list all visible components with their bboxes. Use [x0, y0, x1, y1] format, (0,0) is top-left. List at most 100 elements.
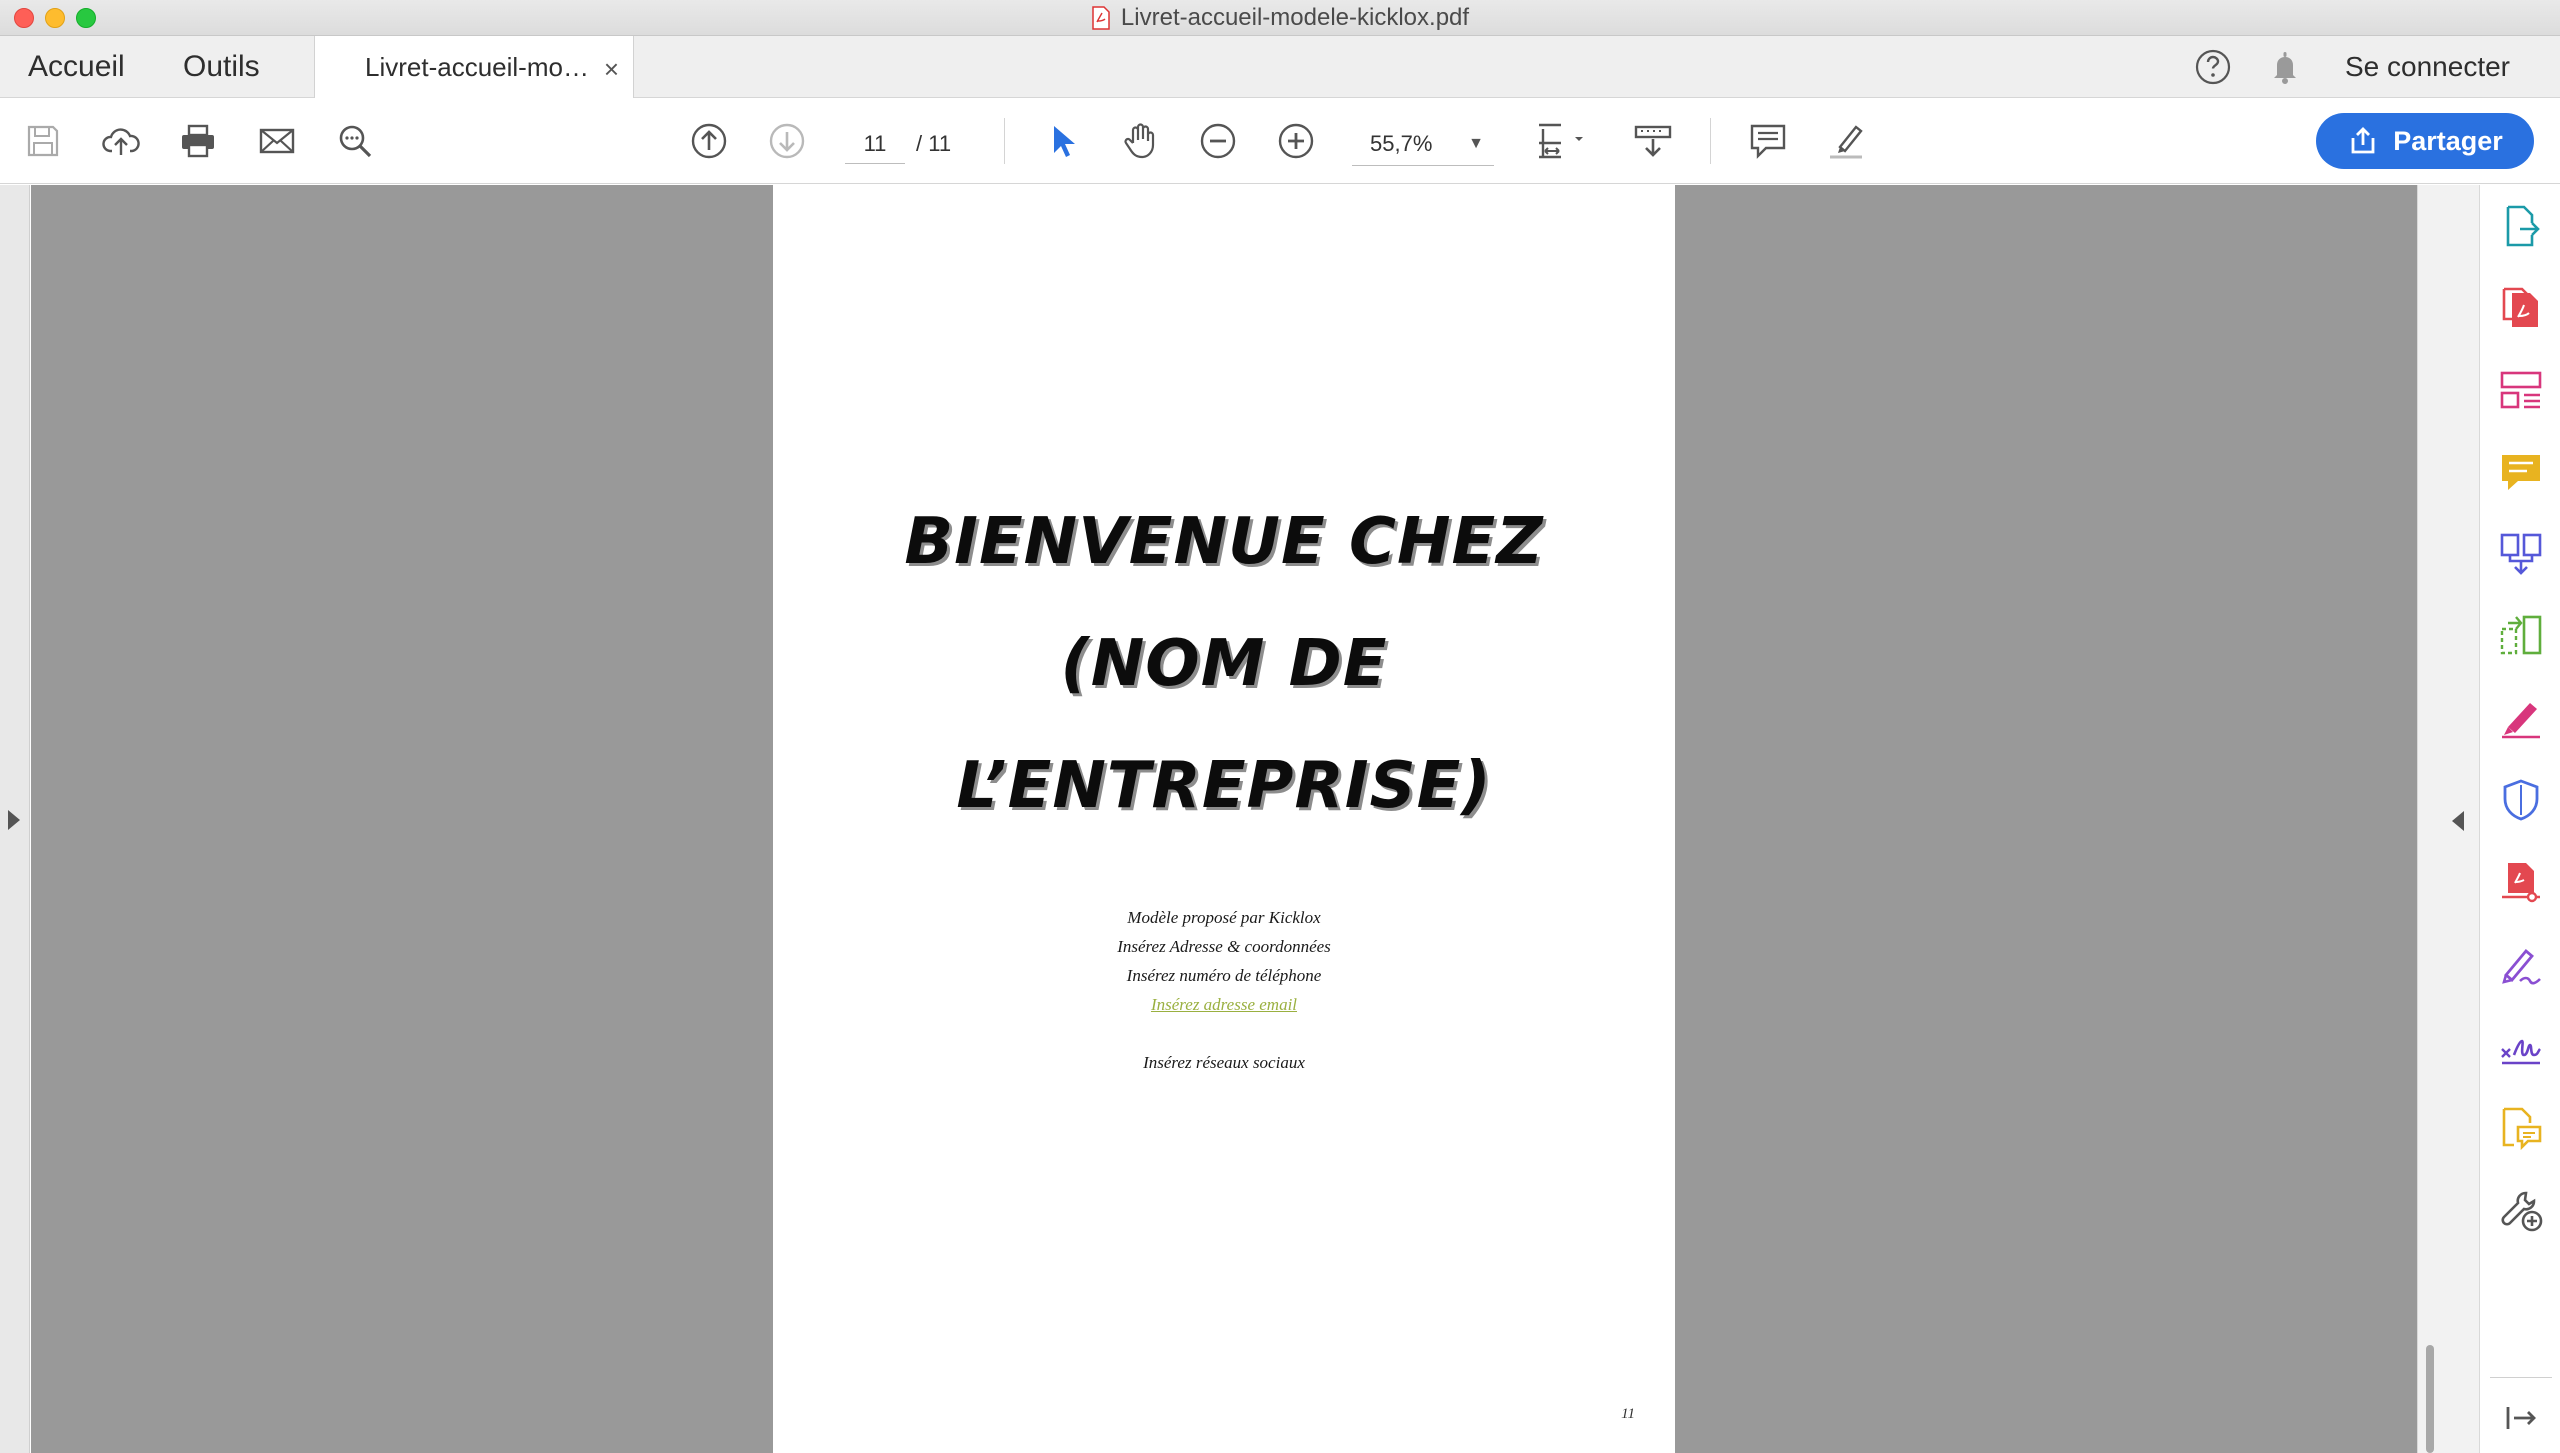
print-button[interactable] — [175, 118, 221, 164]
vertical-scrollbar[interactable] — [2417, 185, 2479, 1453]
left-panel-toggle[interactable] — [0, 185, 30, 1453]
header-right: Se connecter — [2193, 36, 2560, 98]
tab-document-label: Livret-accueil-mo… — [365, 51, 589, 82]
collapse-right-panel-icon[interactable] — [2452, 811, 2464, 831]
share-button[interactable]: Partager — [2316, 113, 2534, 169]
rail-sign[interactable] — [2498, 941, 2544, 987]
zoom-in-icon — [1278, 123, 1314, 159]
comment-button[interactable] — [1745, 118, 1791, 164]
select-tool-button[interactable] — [1039, 118, 1085, 164]
rail-export-pdf[interactable] — [2498, 203, 2544, 249]
send-for-review-icon — [2502, 1107, 2542, 1151]
tab-document[interactable]: Livret-accueil-mo… × — [314, 36, 634, 98]
tools-rail — [2479, 185, 2560, 1453]
collapse-rail-icon — [2506, 1407, 2536, 1429]
upload-cloud-button[interactable] — [98, 118, 144, 164]
zoom-out-button[interactable] — [1195, 118, 1241, 164]
tab-close-button[interactable]: × — [604, 54, 619, 85]
rail-send-review[interactable] — [2498, 1105, 2544, 1151]
mail-icon — [259, 128, 295, 154]
rail-request-signature[interactable] — [2498, 1023, 2544, 1069]
toolbar-divider — [1710, 118, 1711, 164]
email-button[interactable] — [254, 118, 300, 164]
zoom-out-icon — [1200, 123, 1236, 159]
rail-fill-sign[interactable] — [2498, 695, 2544, 741]
tab-row: Accueil Outils Livret-accueil-mo… × Se c… — [0, 36, 2560, 98]
protect-icon — [2503, 779, 2539, 821]
organize-pages-icon — [2500, 371, 2542, 409]
help-icon[interactable] — [2193, 47, 2233, 87]
signature-request-icon — [2501, 1039, 2542, 1065]
save-icon — [27, 125, 59, 157]
sign-icon — [2502, 949, 2541, 985]
page-down-icon — [769, 123, 805, 159]
window-titlebar: Livret-accueil-modele-kicklox.pdf — [0, 0, 2560, 36]
current-page-input[interactable]: 11 — [845, 124, 905, 164]
create-pdf-icon — [2502, 287, 2538, 327]
page-up-icon — [691, 123, 727, 159]
print-icon — [182, 124, 214, 158]
tab-tools[interactable]: Outils — [183, 36, 260, 98]
previous-page-button[interactable] — [686, 118, 732, 164]
save-button[interactable] — [20, 118, 66, 164]
notification-bell-icon[interactable] — [2265, 47, 2305, 87]
info-line: Modèle proposé par Kicklox — [1127, 908, 1321, 927]
info-line: Insérez numéro de téléphone — [1126, 966, 1322, 985]
email-link[interactable]: Insérez adresse email — [773, 990, 1675, 1019]
info-line: Insérez réseaux sociaux — [1143, 1053, 1305, 1072]
main-toolbar: 11 / 11 55,7% ▼ Partager — [0, 98, 2560, 184]
pdf-page: BIENVENUE CHEZ (NOM DE L’ENTREPRISE) Mod… — [773, 185, 1675, 1453]
zoom-in-button[interactable] — [1273, 118, 1319, 164]
rail-more-tools[interactable] — [2498, 1187, 2544, 1233]
rail-compress[interactable] — [2498, 859, 2544, 905]
main-area: BIENVENUE CHEZ (NOM DE L’ENTREPRISE) Mod… — [0, 185, 2560, 1453]
signin-link[interactable]: Se connecter — [2345, 51, 2510, 83]
window-title-wrap: Livret-accueil-modele-kicklox.pdf — [0, 0, 2560, 36]
page-number: 11 — [1621, 1406, 1635, 1422]
document-headline: BIENVENUE CHEZ (NOM DE L’ENTREPRISE) — [773, 481, 1675, 847]
headline-line: (NOM DE — [1060, 627, 1388, 701]
hand-tool-button[interactable] — [1117, 118, 1163, 164]
highlight-button[interactable] — [1823, 118, 1869, 164]
expand-left-icon — [8, 810, 20, 830]
hand-icon — [1124, 123, 1155, 159]
rail-organize-pages[interactable] — [2498, 367, 2544, 413]
page-fit-button[interactable] — [1532, 118, 1594, 164]
window-title: Livret-accueil-modele-kicklox.pdf — [1120, 4, 1470, 31]
zoom-search-icon — [339, 125, 372, 158]
contact-info: Modèle proposé par Kicklox Insérez Adres… — [773, 903, 1675, 1077]
more-tools-icon — [2501, 1191, 2543, 1232]
tab-home[interactable]: Accueil — [28, 36, 125, 98]
comment-icon — [1750, 124, 1786, 159]
info-line: Insérez Adresse & coordonnées — [1117, 937, 1331, 956]
edit-pdf-icon — [2500, 615, 2542, 655]
rail-protect[interactable] — [2498, 777, 2544, 823]
highlight-pen-icon — [1830, 125, 1863, 159]
document-canvas[interactable]: BIENVENUE CHEZ (NOM DE L’ENTREPRISE) Mod… — [31, 185, 2417, 1453]
search-button[interactable] — [332, 118, 378, 164]
rail-create-pdf[interactable] — [2498, 285, 2544, 331]
next-page-button[interactable] — [764, 118, 810, 164]
cloud-upload-icon — [102, 128, 140, 155]
pdf-file-icon — [1092, 6, 1110, 30]
page-total: / 11 — [916, 131, 952, 156]
page-fit-icon — [1539, 123, 1583, 159]
rail-comment[interactable] — [2498, 449, 2544, 495]
scrollbar-thumb[interactable] — [2426, 1345, 2434, 1453]
share-button-label: Partager — [2393, 125, 2503, 156]
rail-edit-pdf[interactable] — [2498, 613, 2544, 659]
select-cursor-icon — [1054, 126, 1075, 157]
share-icon — [2351, 127, 2375, 154]
zoom-level-value: 55,7% — [1370, 131, 1433, 156]
rail-collapse-button[interactable] — [2498, 1395, 2544, 1441]
toolbar-divider — [1004, 118, 1005, 164]
headline-line: L’ENTREPRISE) — [956, 749, 1492, 823]
comment-tool-icon — [2502, 455, 2540, 490]
rail-combine-files[interactable] — [2498, 531, 2544, 577]
headline-line: BIENVENUE CHEZ — [904, 505, 1544, 579]
combine-files-icon — [2500, 533, 2542, 575]
zoom-level-select[interactable]: 55,7% ▼ — [1352, 122, 1494, 166]
chevron-down-icon: ▼ — [1468, 135, 1484, 152]
scroll-mode-button[interactable] — [1630, 118, 1676, 164]
